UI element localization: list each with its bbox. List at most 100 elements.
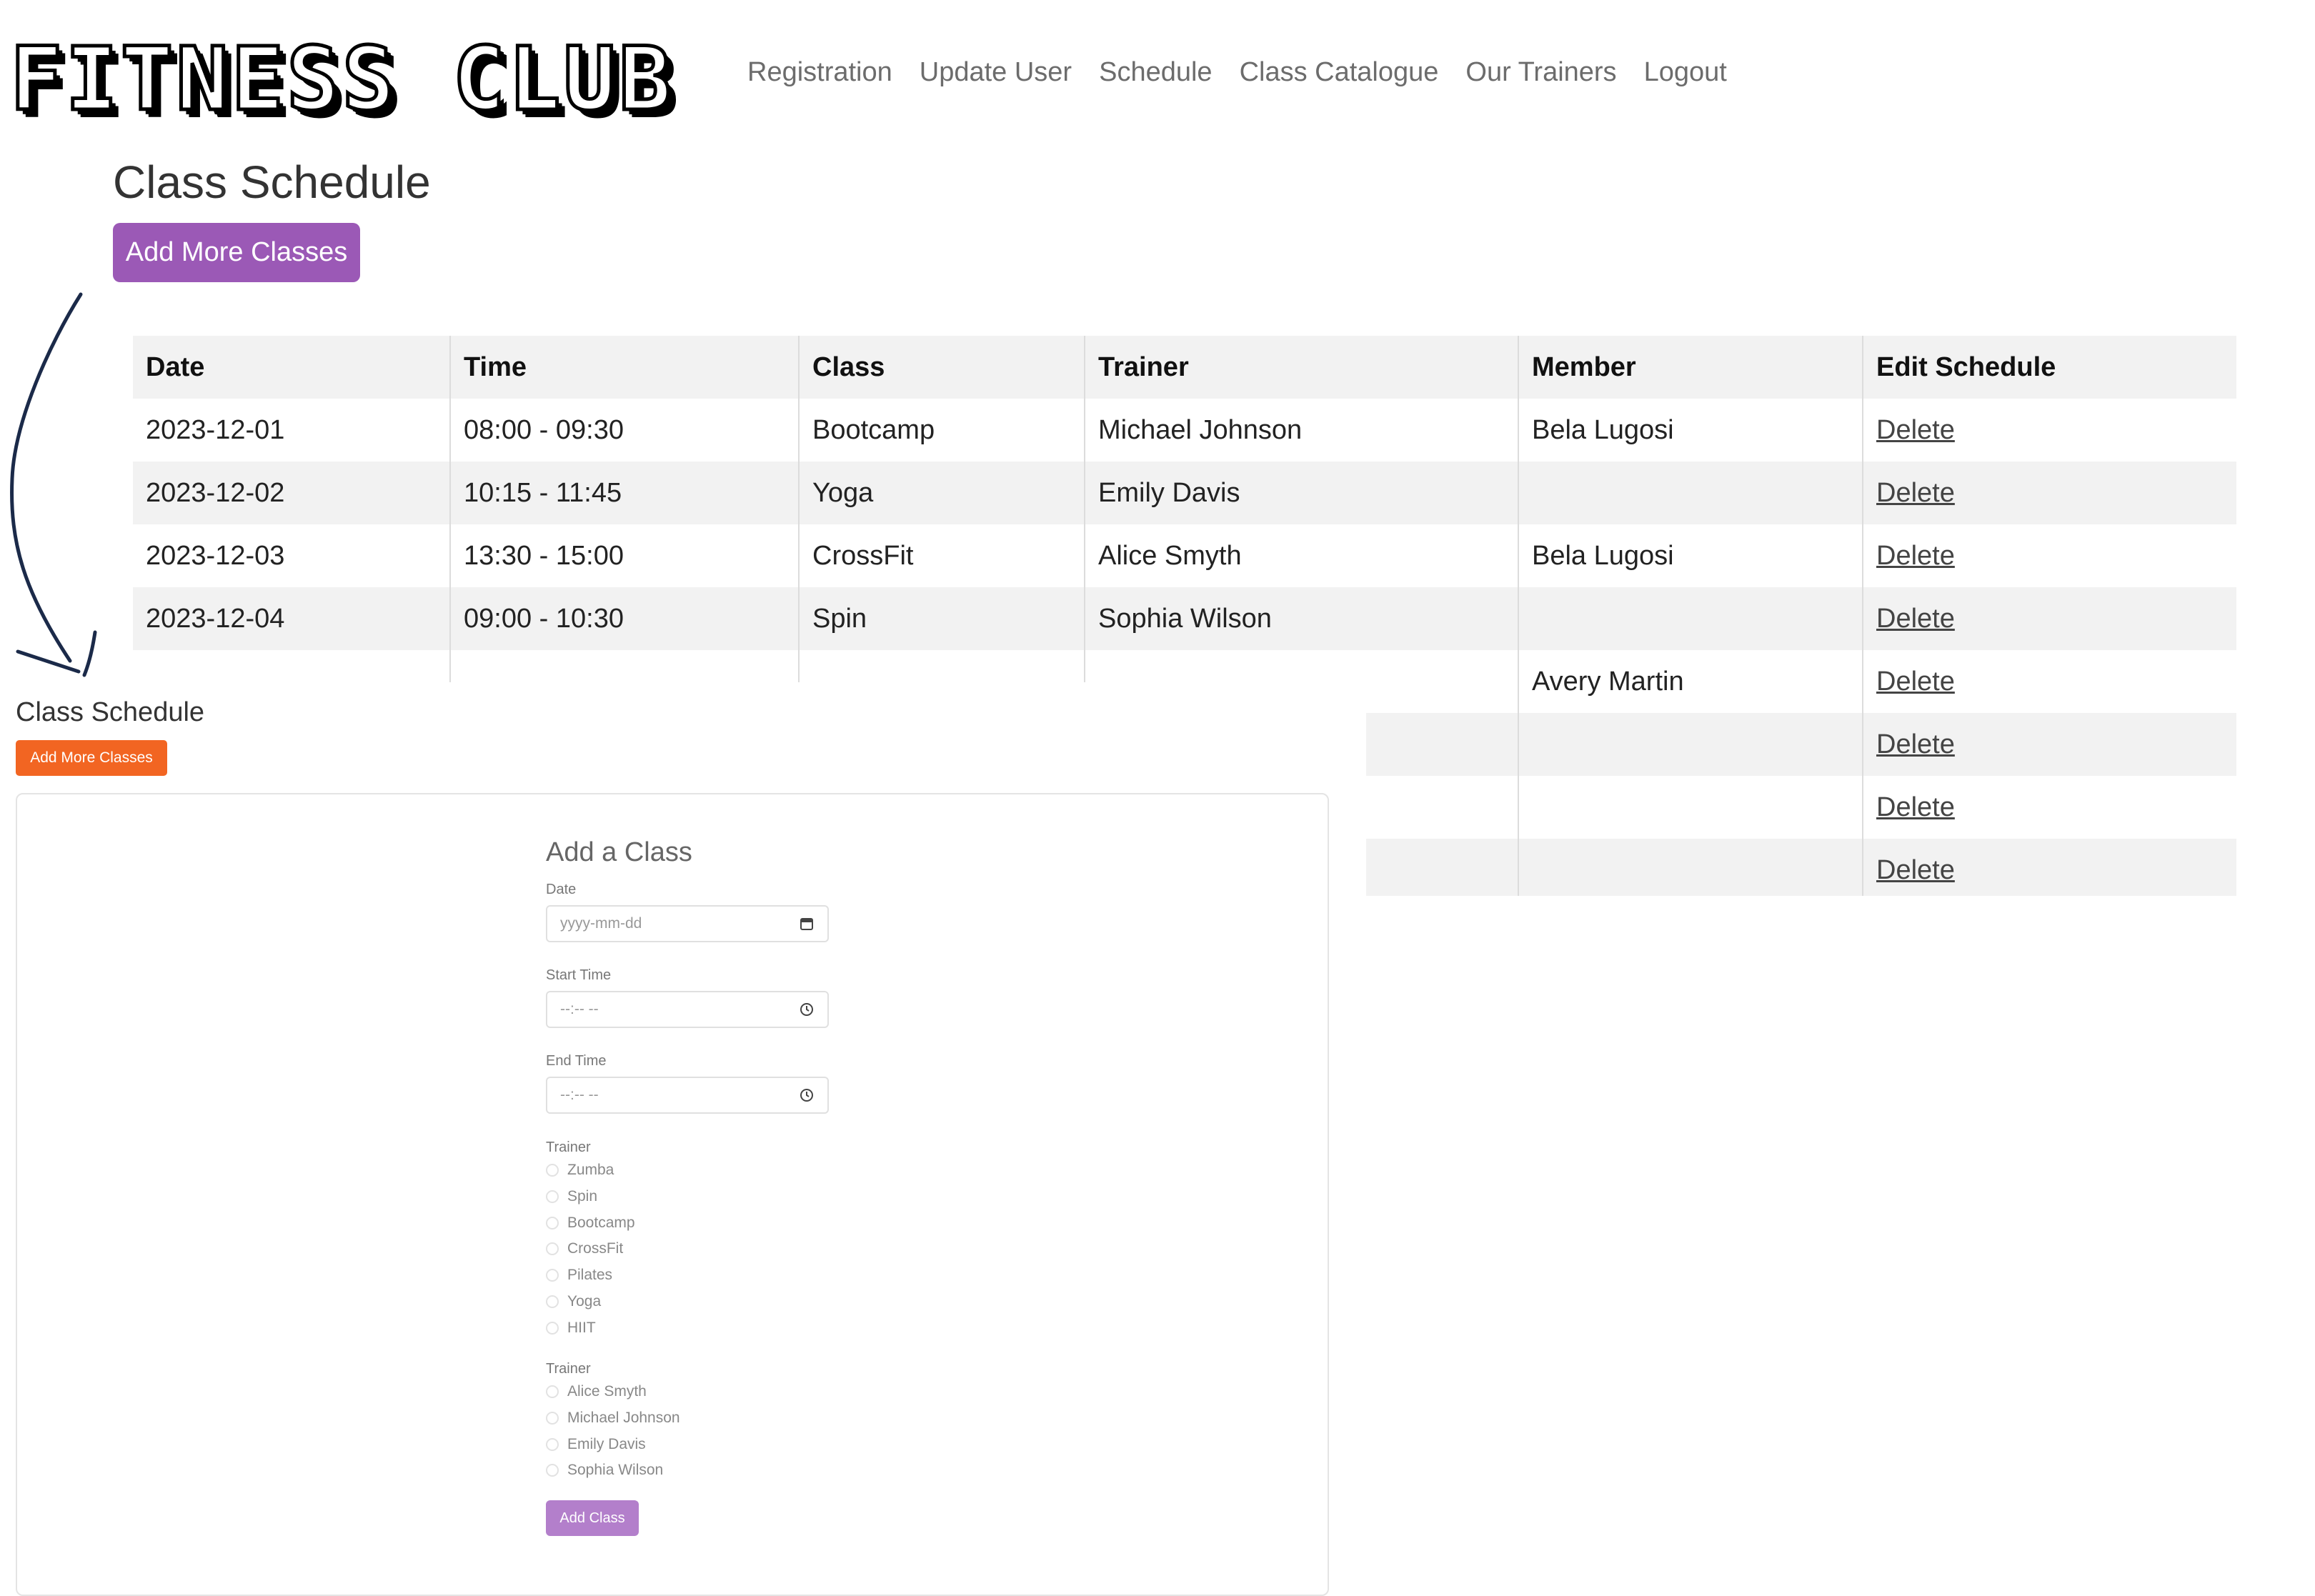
page-title: Class Schedule <box>113 156 431 208</box>
delete-link[interactable]: Delete <box>1876 604 1955 634</box>
table-row: 2023-12-04 09:00 - 10:30 Spin Sophia Wil… <box>133 587 2236 650</box>
table-header-row: Date Time Class Trainer Member Edit Sche… <box>133 336 2236 399</box>
class-option-label: HIIT <box>567 1320 596 1336</box>
radio-button[interactable] <box>546 1412 559 1425</box>
column-header-class: Class <box>798 336 1085 399</box>
nav-class-catalogue[interactable]: Class Catalogue <box>1240 57 1439 88</box>
nav-registration[interactable]: Registration <box>747 57 892 88</box>
date-label: Date <box>546 882 577 897</box>
radio-button[interactable] <box>546 1322 559 1335</box>
delete-link[interactable]: Delete <box>1876 792 1955 822</box>
trainer-option[interactable]: Sophia Wilson <box>546 1462 663 1479</box>
class-option[interactable]: HIIT <box>546 1320 596 1337</box>
nav-logout[interactable]: Logout <box>1644 57 1727 88</box>
cell-member <box>1518 587 1863 650</box>
delete-link[interactable]: Delete <box>1876 541 1955 571</box>
trainer-group-label: Trainer <box>546 1361 591 1377</box>
cell-member <box>1518 776 1863 839</box>
delete-link[interactable]: Delete <box>1876 478 1955 508</box>
cell-edit: Delete <box>1862 462 2236 524</box>
table-row: 2023-12-02 10:15 - 11:45 Yoga Emily Davi… <box>133 462 2236 524</box>
inset-add-more-classes-button[interactable]: Add More Classes <box>16 740 167 776</box>
add-more-classes-button[interactable]: Add More Classes <box>113 223 360 282</box>
delete-link[interactable]: Delete <box>1876 415 1955 445</box>
radio-button[interactable] <box>546 1164 559 1177</box>
add-class-form-card: Add a Class Date yyyy-mm-dd Start Time -… <box>16 793 1329 1596</box>
cell-edit: Delete <box>1862 587 2236 650</box>
class-option[interactable]: CrossFit <box>546 1240 623 1257</box>
radio-button[interactable] <box>546 1242 559 1255</box>
trainer-option-label: Alice Smyth <box>567 1383 647 1400</box>
nav-schedule[interactable]: Schedule <box>1099 57 1212 88</box>
cell-member: Avery Martin <box>1518 650 1863 713</box>
add-class-submit-button[interactable]: Add Class <box>546 1500 639 1536</box>
start-time-placeholder: --:-- -- <box>560 1001 599 1017</box>
class-option-label: Bootcamp <box>567 1215 635 1231</box>
cell-trainer: Michael Johnson <box>1084 399 1518 462</box>
class-group-label: Trainer <box>546 1139 591 1155</box>
class-option[interactable]: Yoga <box>546 1293 601 1310</box>
delete-link[interactable]: Delete <box>1876 667 1955 697</box>
site-logo[interactable]: FITNESS CLUB <box>8 34 674 125</box>
class-option[interactable]: Bootcamp <box>546 1215 635 1232</box>
cell-member: Bela Lugosi <box>1518 399 1863 462</box>
main-nav: Registration Update User Schedule Class … <box>747 57 1727 88</box>
nav-update-user[interactable]: Update User <box>920 57 1072 88</box>
class-option-label: Yoga <box>567 1293 602 1310</box>
end-time-label: End Time <box>546 1053 607 1069</box>
column-header-time: Time <box>449 336 799 399</box>
clock-icon[interactable] <box>799 1002 815 1017</box>
cell-class: Spin <box>798 587 1085 650</box>
cell-time: 13:30 - 15:00 <box>449 524 799 587</box>
column-header-trainer: Trainer <box>1084 336 1518 399</box>
class-option[interactable]: Zumba <box>546 1162 614 1179</box>
cell-class: Yoga <box>798 462 1085 524</box>
cell-time: 08:00 - 09:30 <box>449 399 799 462</box>
radio-button[interactable] <box>546 1464 559 1477</box>
trainer-option[interactable]: Michael Johnson <box>546 1410 680 1427</box>
class-option[interactable]: Spin <box>546 1188 597 1205</box>
inset-page-title: Class Schedule <box>16 697 205 727</box>
form-title: Add a Class <box>546 837 692 867</box>
class-option-label: Pilates <box>567 1267 613 1283</box>
start-time-input[interactable]: --:-- -- <box>546 991 829 1028</box>
page-background <box>1366 896 2315 1570</box>
column-header-member: Member <box>1518 336 1863 399</box>
class-option[interactable]: Pilates <box>546 1267 612 1284</box>
cell-date: 2023-12-01 <box>146 414 285 445</box>
date-input[interactable]: yyyy-mm-dd <box>546 905 829 942</box>
start-time-label: Start Time <box>546 967 612 983</box>
cell-trainer: Emily Davis <box>1084 462 1518 524</box>
date-placeholder: yyyy-mm-dd <box>560 915 642 932</box>
cell-time: 09:00 - 10:30 <box>449 587 799 650</box>
class-option-label: Spin <box>567 1188 598 1205</box>
cell-member <box>1518 839 1863 896</box>
radio-button[interactable] <box>546 1295 559 1308</box>
end-time-placeholder: --:-- -- <box>560 1087 599 1103</box>
radio-button[interactable] <box>546 1438 559 1451</box>
calendar-icon[interactable] <box>799 916 815 932</box>
trainer-option-label: Michael Johnson <box>567 1410 680 1426</box>
cell-edit: Delete <box>1862 776 2236 839</box>
column-header-edit-schedule: Edit Schedule <box>1862 336 2236 399</box>
cell-member <box>1518 713 1863 776</box>
cell-class: CrossFit <box>798 524 1085 587</box>
cell-time: 10:15 - 11:45 <box>449 462 799 524</box>
clock-icon[interactable] <box>799 1087 815 1103</box>
delete-link[interactable]: Delete <box>1876 729 1955 759</box>
end-time-input[interactable]: --:-- -- <box>546 1077 829 1114</box>
column-header-date: Date <box>146 351 205 382</box>
cell-date: 2023-12-02 <box>146 477 285 508</box>
trainer-option[interactable]: Emily Davis <box>546 1436 646 1453</box>
delete-link[interactable]: Delete <box>1876 855 1955 885</box>
cell-class: Bootcamp <box>798 399 1085 462</box>
table-row: 2023-12-03 13:30 - 15:00 CrossFit Alice … <box>133 524 2236 587</box>
radio-button[interactable] <box>546 1190 559 1203</box>
radio-button[interactable] <box>546 1217 559 1230</box>
radio-button[interactable] <box>546 1269 559 1282</box>
radio-button[interactable] <box>546 1385 559 1398</box>
trainer-option[interactable]: Alice Smyth <box>546 1383 647 1400</box>
cell-trainer: Alice Smyth <box>1084 524 1518 587</box>
nav-our-trainers[interactable]: Our Trainers <box>1465 57 1616 88</box>
trainer-option-label: Sophia Wilson <box>567 1462 664 1478</box>
